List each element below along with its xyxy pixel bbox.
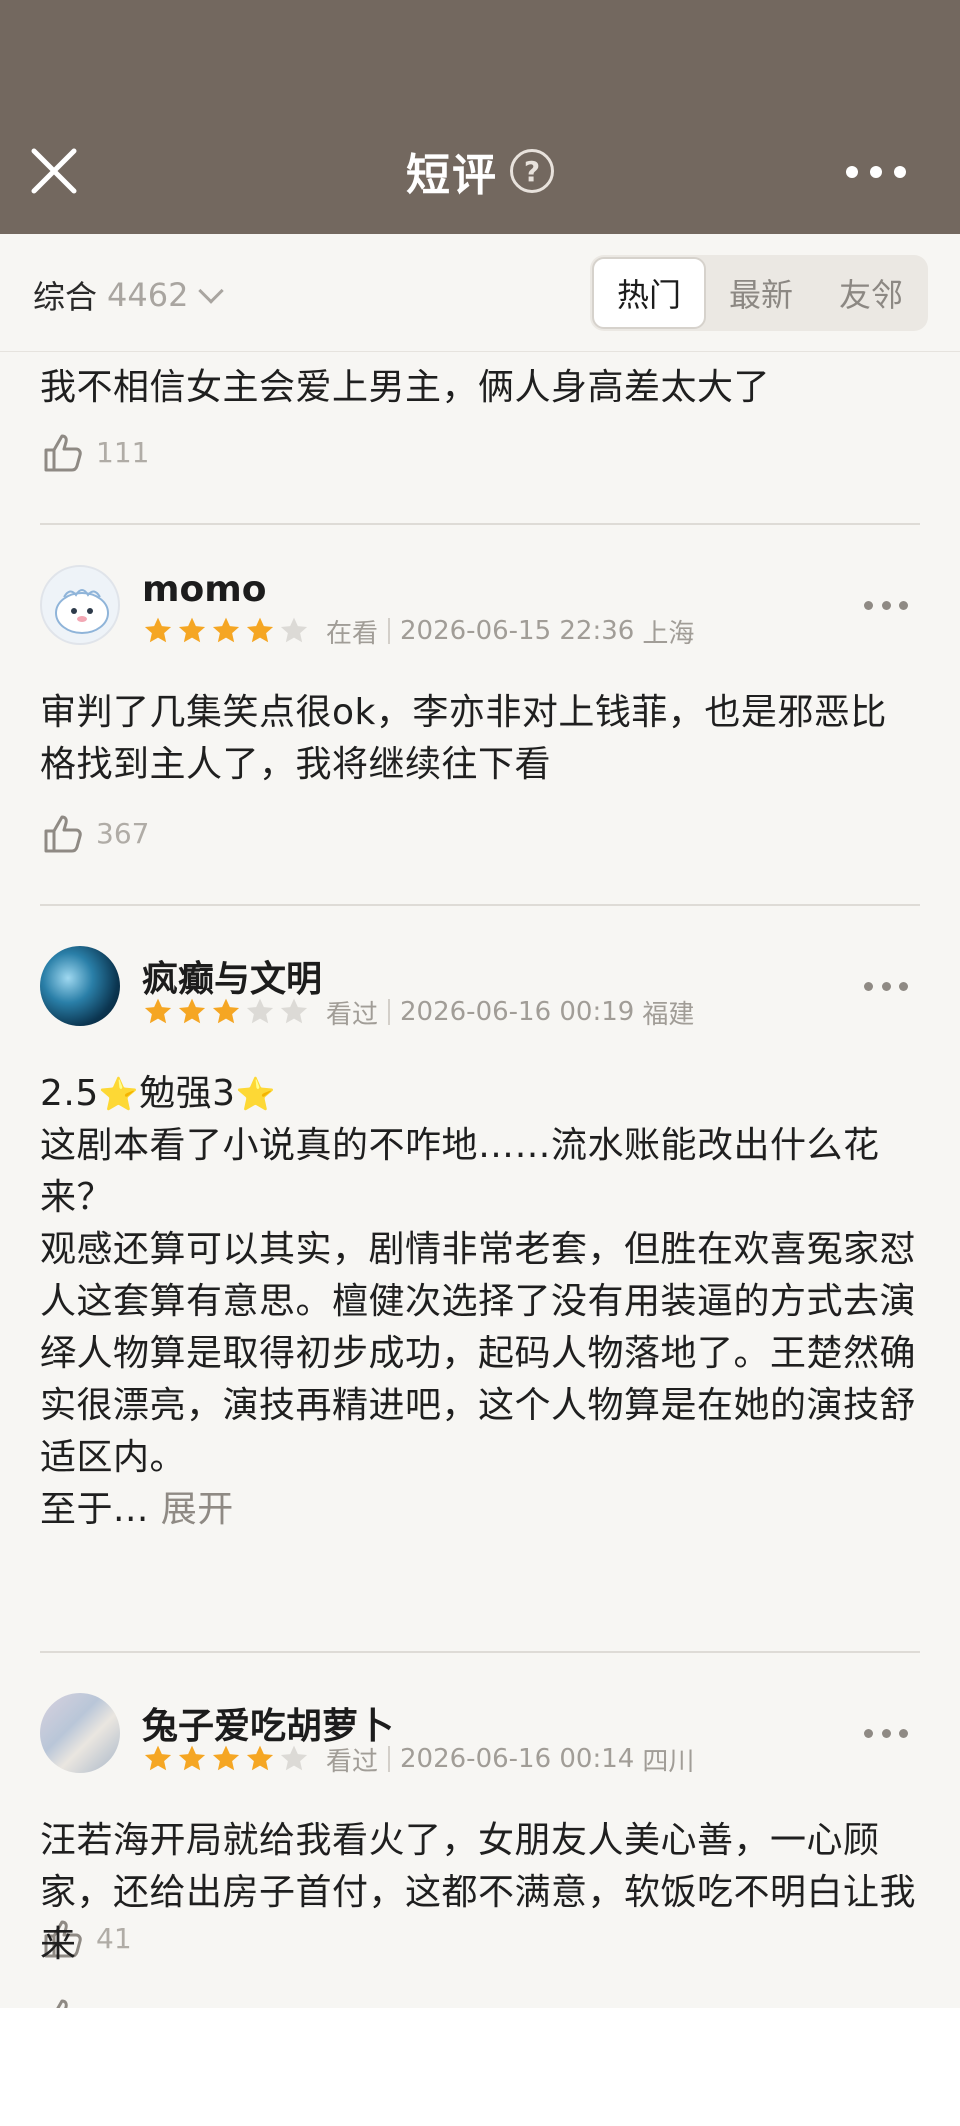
watch-status: 看过 <box>326 1746 379 1777</box>
like-button[interactable] <box>40 1993 88 2008</box>
watch-status: 在看 <box>326 618 379 649</box>
separator <box>388 999 391 1025</box>
avatar[interactable] <box>40 1693 120 1773</box>
separator <box>388 618 391 644</box>
rating-stars <box>142 615 310 647</box>
separator <box>388 1746 391 1772</box>
expand-link[interactable]: 展开 <box>161 1489 234 1530</box>
review-location: 福建 <box>642 999 695 1030</box>
sort-dropdown[interactable]: 综合 4462 <box>33 272 225 318</box>
divider <box>40 904 920 906</box>
title-group: 短评 ? <box>0 143 960 201</box>
review-meta: 在看 2026-06-15 22:36 上海 <box>142 613 694 649</box>
star-emoji-icon: ⭐ <box>235 1075 276 1113</box>
review-content-first-line: 2.5⭐勉强3⭐ <box>40 1068 920 1120</box>
star-filled-icon <box>144 998 172 1024</box>
dot-icon <box>899 981 908 991</box>
avatar-image <box>55 589 109 634</box>
star-filled-icon <box>178 1745 206 1771</box>
divider <box>40 1651 920 1653</box>
review-more-button[interactable] <box>864 1723 908 1743</box>
watch-status: 看过 <box>326 999 379 1030</box>
thumbs-up-icon <box>56 1999 68 2008</box>
chevron-down-icon <box>198 278 225 304</box>
dot-icon <box>870 166 882 178</box>
avatar[interactable] <box>40 946 120 1026</box>
star-filled-icon <box>144 1745 172 1771</box>
thumbs-up-icon <box>44 434 82 472</box>
dot-icon <box>881 1728 891 1738</box>
star-filled-icon <box>178 617 206 643</box>
review-meta: 看过 2026-06-16 00:14 四川 <box>142 1741 694 1777</box>
review-meta: 看过 2026-06-16 00:19 福建 <box>142 994 694 1030</box>
dot-icon <box>864 981 873 991</box>
like-button[interactable]: 111 <box>40 428 149 476</box>
review-more-button[interactable] <box>864 595 908 615</box>
rating-stars <box>142 996 310 1028</box>
review-body: 这剧本看了小说真的不咋地……流水账能改出什么花来？ 观感还算可以其实，剧情非常老… <box>40 1125 917 1530</box>
review-content: 这剧本看了小说真的不咋地……流水账能改出什么花来？ 观感还算可以其实，剧情非常老… <box>40 1120 920 1536</box>
dot-icon <box>894 166 906 178</box>
rating-stars <box>142 1743 310 1775</box>
like-button[interactable]: 367 <box>40 809 149 857</box>
star-filled-icon <box>144 617 172 643</box>
review-content: 审判了几集笑点很ok，李亦非对上钱菲，也是邪恶比格找到主人了，我将继续往下看 <box>40 692 887 785</box>
star-filled-icon <box>178 998 206 1024</box>
review-more-button[interactable] <box>864 976 908 996</box>
sort-label: 综合 <box>33 278 98 316</box>
star-empty-icon <box>280 1745 308 1771</box>
review-feed[interactable]: 我不相信女主会爱上男主，俩人身高差太大了 111 momo 在看 2026-06… <box>0 352 960 2008</box>
review-content: 汪若海开局就给我看火了，女朋友人美心善，一心顾家，还给出房子首付，这都不满意，软… <box>40 1820 917 1965</box>
review-location: 四川 <box>642 1746 695 1777</box>
help-icon[interactable]: ? <box>510 149 554 193</box>
star-filled-icon <box>246 617 274 643</box>
avatar[interactable] <box>40 565 120 645</box>
star-emoji-icon: ⭐ <box>98 1075 140 1113</box>
thumbs-up-icon <box>44 815 82 853</box>
like-count: 111 <box>96 435 150 469</box>
dot-icon <box>899 1728 908 1738</box>
review-content: 我不相信女主会爱上男主，俩人身高差太大了 <box>40 367 771 408</box>
page-title: 短评 <box>406 150 498 201</box>
dot-icon <box>881 981 891 991</box>
rating-text: 勉强3 <box>139 1073 236 1114</box>
review-datetime: 2026-06-15 22:36 <box>400 616 635 646</box>
star-filled-icon <box>246 1745 274 1771</box>
star-empty-icon <box>246 998 274 1024</box>
divider <box>40 523 920 525</box>
dot-icon <box>899 600 908 610</box>
top-app-bar: 短评 ? <box>0 0 960 234</box>
tab-group: 热门 最新 友邻 <box>590 255 928 331</box>
tab-latest[interactable]: 最新 <box>706 257 816 329</box>
like-count: 367 <box>96 816 150 850</box>
dot-icon <box>864 600 873 610</box>
dot-icon <box>864 1728 873 1738</box>
star-filled-icon <box>212 617 240 643</box>
review-location: 上海 <box>642 618 695 649</box>
filter-bar: 综合 4462 热门 最新 友邻 <box>0 234 960 352</box>
review-datetime: 2026-06-16 00:14 <box>400 1744 635 1774</box>
star-empty-icon <box>280 617 308 643</box>
star-empty-icon <box>280 998 308 1024</box>
more-options-button[interactable] <box>846 160 906 184</box>
tab-hot[interactable]: 热门 <box>592 257 706 329</box>
review-count: 4462 <box>107 276 189 314</box>
tab-friends[interactable]: 友邻 <box>816 257 926 329</box>
username[interactable]: momo <box>142 569 267 610</box>
star-filled-icon <box>212 1745 240 1771</box>
review-datetime: 2026-06-16 00:19 <box>400 997 635 1027</box>
rating-text: 2.5 <box>40 1073 99 1114</box>
star-filled-icon <box>212 998 240 1024</box>
dot-icon <box>846 166 858 178</box>
dot-icon <box>881 600 891 610</box>
